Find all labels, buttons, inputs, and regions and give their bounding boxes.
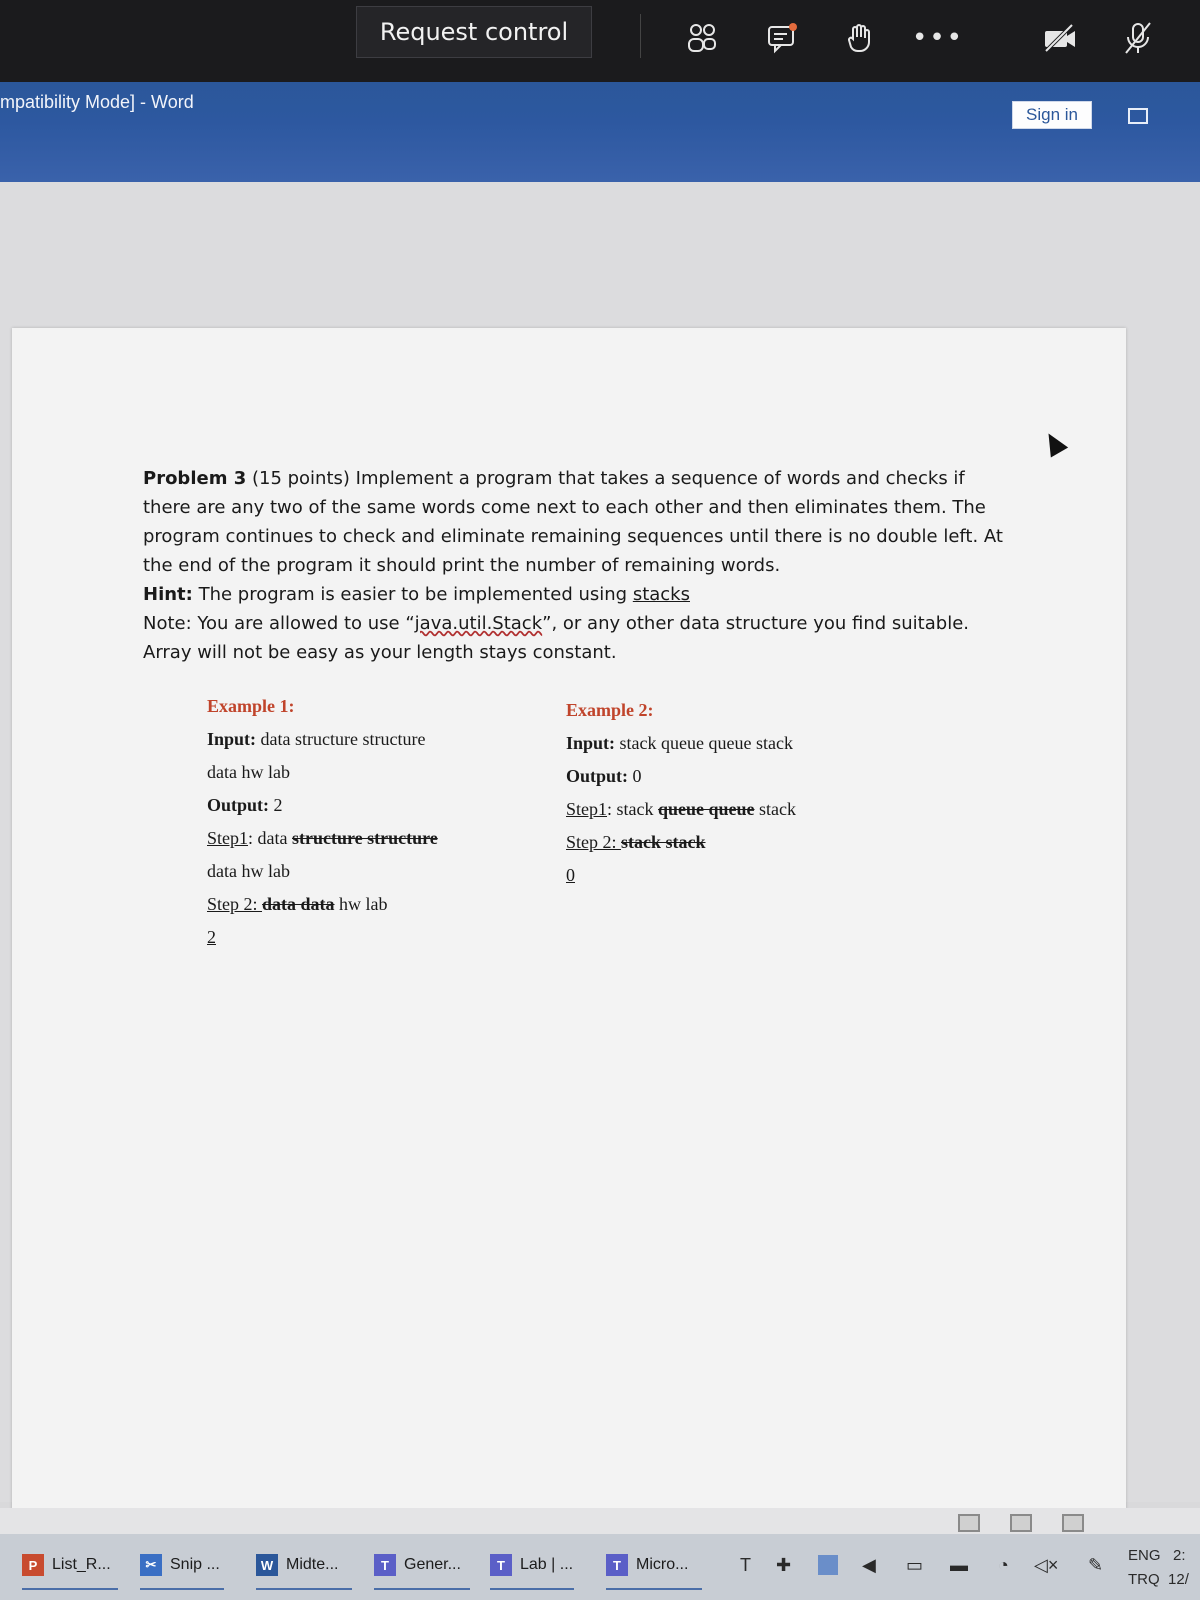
raise-hand-icon[interactable]: [840, 18, 880, 58]
app-icon: T: [490, 1554, 512, 1576]
taskbar-app-1[interactable]: ✂ Snip ...: [140, 1548, 220, 1582]
meeting-toolbar: [0, 0, 1200, 82]
taskbar-active-indicator: [256, 1588, 352, 1590]
example-1-input: Input: data structure structure: [207, 723, 438, 756]
example-1-step1: Step1: data structure structure: [207, 822, 438, 855]
hint-link: stacks: [632, 584, 690, 605]
system-clock[interactable]: ENG 2: TRQ 12/: [1128, 1544, 1189, 1592]
volume-muted-icon[interactable]: ◁×: [1034, 1555, 1058, 1576]
example-2-input: Input: stack queue queue stack: [566, 727, 796, 760]
mic-off-icon[interactable]: [1118, 18, 1158, 58]
clock-date: 12/: [1168, 1571, 1189, 1588]
pen-icon[interactable]: ✎: [1088, 1555, 1103, 1576]
taskbar-app-label: Gener...: [404, 1556, 461, 1573]
language-indicator: ENG: [1128, 1547, 1161, 1564]
network-tray-icon[interactable]: [818, 1555, 838, 1575]
example-2-step1: Step1: stack queue queue stack: [566, 793, 796, 826]
taskbar-app-5[interactable]: T Micro...: [606, 1548, 688, 1582]
note-prefix: Note: You are allowed to use “: [143, 613, 415, 634]
step2-label: Step 2:: [566, 832, 622, 852]
clock-time: 2:: [1173, 1547, 1186, 1564]
keyboard-layout: TRQ: [1128, 1571, 1160, 1588]
security-icon[interactable]: ✚: [776, 1555, 791, 1576]
taskbar-app-label: List_R...: [52, 1556, 111, 1573]
example-1: Example 1: Input: data structure structu…: [207, 690, 438, 954]
arrow-tray-icon[interactable]: ◀: [862, 1555, 876, 1576]
step1-label: Step1: [566, 799, 608, 819]
example-2: Example 2: Input: stack queue queue stac…: [566, 694, 796, 892]
app-icon: T: [374, 1554, 396, 1576]
step2-text: hw lab: [334, 894, 388, 914]
window-title: mpatibility Mode] - Word: [0, 92, 194, 112]
teams-tray-icon[interactable]: T: [740, 1555, 751, 1576]
step2-struck: data data: [262, 894, 335, 914]
request-control-button[interactable]: Request control: [356, 6, 592, 58]
app-icon: W: [256, 1554, 278, 1576]
step1-post: stack: [754, 799, 797, 819]
read-mode-icon[interactable]: [958, 1514, 980, 1532]
web-layout-icon[interactable]: [1062, 1514, 1084, 1532]
more-icon[interactable]: •••: [912, 18, 962, 58]
example-1-title: Example 1:: [207, 696, 295, 716]
taskbar-app-label: Midte...: [286, 1556, 339, 1573]
example-1-step2: Step 2: data data hw lab: [207, 888, 438, 921]
example-2-title: Example 2:: [566, 700, 654, 720]
step1-label: Step1: [207, 828, 249, 848]
output-label: Output:: [207, 795, 270, 815]
taskbar-active-indicator: [490, 1588, 574, 1590]
wifi-icon[interactable]: ◔: [998, 1555, 1009, 1576]
taskbar-app-4[interactable]: T Lab | ...: [490, 1548, 573, 1582]
example-2-output: Output: 0: [566, 760, 796, 793]
input-text: stack queue queue stack: [615, 733, 793, 753]
example-1-output: Output: 2: [207, 789, 438, 822]
input-label: Input:: [207, 729, 257, 749]
input-text: data structure structure: [256, 729, 426, 749]
step2-label: Step 2:: [207, 894, 263, 914]
app-icon: ✂: [140, 1554, 162, 1576]
app-icon: P: [22, 1554, 44, 1576]
hint-label: Hint:: [143, 584, 193, 605]
hint-text: The program is easier to be implemented …: [192, 584, 633, 605]
print-layout-icon[interactable]: [1010, 1514, 1032, 1532]
people-icon[interactable]: [682, 18, 722, 58]
battery-icon[interactable]: ▬: [950, 1555, 968, 1576]
taskbar-app-3[interactable]: T Gener...: [374, 1548, 461, 1582]
example-1-input-cont: data hw lab: [207, 762, 290, 782]
taskbar-active-indicator: [606, 1588, 702, 1590]
problem-label: Problem 3: [143, 468, 247, 489]
taskbar-app-0[interactable]: P List_R...: [22, 1548, 111, 1582]
input-label: Input:: [566, 733, 616, 753]
taskbar-active-indicator: [140, 1588, 224, 1590]
example-2-step2: Step 2: stack stack: [566, 826, 796, 859]
taskbar-app-2[interactable]: W Midte...: [256, 1548, 338, 1582]
example-1-step1-cont: data hw lab: [207, 861, 290, 881]
sign-in-button[interactable]: Sign in: [1012, 101, 1092, 129]
step1-struck: structure structure: [292, 828, 438, 848]
problem-text: Problem 3 (15 points) Implement a progra…: [143, 464, 1003, 667]
toolbar-divider: [640, 14, 641, 58]
output-text: 2: [269, 795, 283, 815]
taskbar-app-label: Micro...: [636, 1556, 689, 1573]
taskbar-active-indicator: [22, 1588, 118, 1590]
display-tray-icon[interactable]: ▭: [906, 1555, 923, 1576]
example-1-result: 2: [207, 927, 216, 947]
ribbon-display-options-icon[interactable]: [1128, 108, 1148, 124]
note-code: java.util.Stack: [414, 613, 543, 634]
example-2-result: 0: [566, 865, 575, 885]
camera-off-icon[interactable]: [1040, 18, 1080, 58]
step1-text: : stack: [607, 799, 659, 819]
problem-body: (15 points) Implement a program that tak…: [143, 468, 1003, 576]
app-icon: T: [606, 1554, 628, 1576]
step2-struck: stack stack: [621, 832, 706, 852]
taskbar-app-label: Snip ...: [170, 1556, 220, 1573]
output-label: Output:: [566, 766, 629, 786]
chat-icon[interactable]: [762, 18, 802, 58]
step1-text: : data: [248, 828, 292, 848]
taskbar-active-indicator: [374, 1588, 470, 1590]
output-text: 0: [628, 766, 642, 786]
step1-struck: queue queue: [658, 799, 755, 819]
taskbar-app-label: Lab | ...: [520, 1556, 574, 1573]
